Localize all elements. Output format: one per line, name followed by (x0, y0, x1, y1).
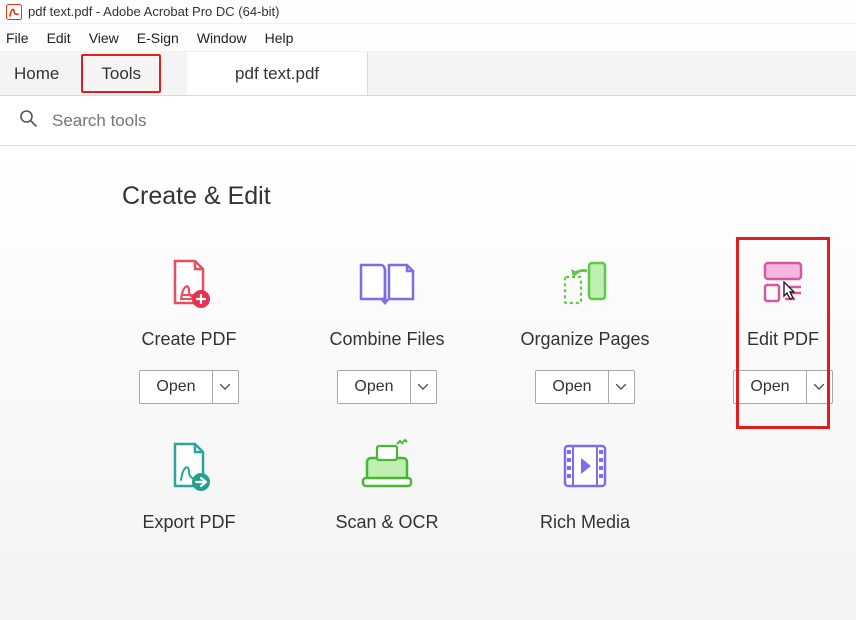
window-title: pdf text.pdf - Adobe Acrobat Pro DC (64-… (28, 4, 279, 19)
organize-pages-icon (553, 251, 617, 315)
open-button-group: Open (139, 370, 238, 404)
search-input[interactable] (50, 110, 450, 132)
section-title: Create & Edit (122, 182, 856, 211)
tool-label: Combine Files (329, 329, 444, 350)
open-dropdown[interactable] (806, 371, 832, 403)
rich-media-icon (553, 434, 617, 498)
menubar: File Edit View E-Sign Window Help (0, 24, 856, 52)
menu-edit[interactable]: Edit (47, 30, 71, 46)
tool-label: Rich Media (540, 512, 630, 533)
tool-edit-pdf[interactable]: Edit PDF Open (684, 251, 856, 404)
tab-home[interactable]: Home (0, 52, 79, 95)
tool-combine-files[interactable]: Combine Files Open (288, 251, 486, 404)
export-pdf-icon (157, 434, 221, 498)
tab-tools[interactable]: Tools (81, 54, 161, 93)
menu-window[interactable]: Window (197, 30, 247, 46)
scan-ocr-icon (355, 434, 419, 498)
search-icon (18, 108, 38, 133)
create-pdf-icon (157, 251, 221, 315)
open-dropdown[interactable] (410, 371, 436, 403)
open-dropdown[interactable] (608, 371, 634, 403)
open-button-group: Open (733, 370, 832, 404)
tool-export-pdf[interactable]: Export PDF (90, 434, 288, 533)
open-button-group: Open (535, 370, 634, 404)
menu-esign[interactable]: E-Sign (137, 30, 179, 46)
open-dropdown[interactable] (212, 371, 238, 403)
menu-file[interactable]: File (6, 30, 29, 46)
tab-document[interactable]: pdf text.pdf (187, 52, 368, 95)
open-button[interactable]: Open (734, 371, 805, 403)
tool-label: Edit PDF (747, 329, 819, 350)
tool-grid: Create PDF Open Combine Files (90, 251, 856, 533)
tool-organize-pages[interactable]: Organize Pages Open (486, 251, 684, 404)
menu-view[interactable]: View (89, 30, 119, 46)
content: Create & Edit Create PDF Open (0, 146, 856, 620)
menu-help[interactable]: Help (265, 30, 294, 46)
open-button[interactable]: Open (536, 371, 607, 403)
tool-label: Scan & OCR (335, 512, 438, 533)
open-button-group: Open (337, 370, 436, 404)
tool-label: Export PDF (142, 512, 235, 533)
tabbar: Home Tools pdf text.pdf (0, 52, 856, 96)
open-button[interactable]: Open (338, 371, 409, 403)
edit-pdf-icon (751, 251, 815, 315)
acrobat-app-icon (6, 4, 22, 20)
tool-empty (684, 434, 856, 533)
combine-files-icon (355, 251, 419, 315)
searchbar (0, 96, 856, 146)
tool-create-pdf[interactable]: Create PDF Open (90, 251, 288, 404)
open-button[interactable]: Open (140, 371, 211, 403)
tool-rich-media[interactable]: Rich Media (486, 434, 684, 533)
tool-label: Organize Pages (520, 329, 649, 350)
titlebar: pdf text.pdf - Adobe Acrobat Pro DC (64-… (0, 0, 856, 24)
tool-scan-ocr[interactable]: Scan & OCR (288, 434, 486, 533)
tool-label: Create PDF (141, 329, 236, 350)
